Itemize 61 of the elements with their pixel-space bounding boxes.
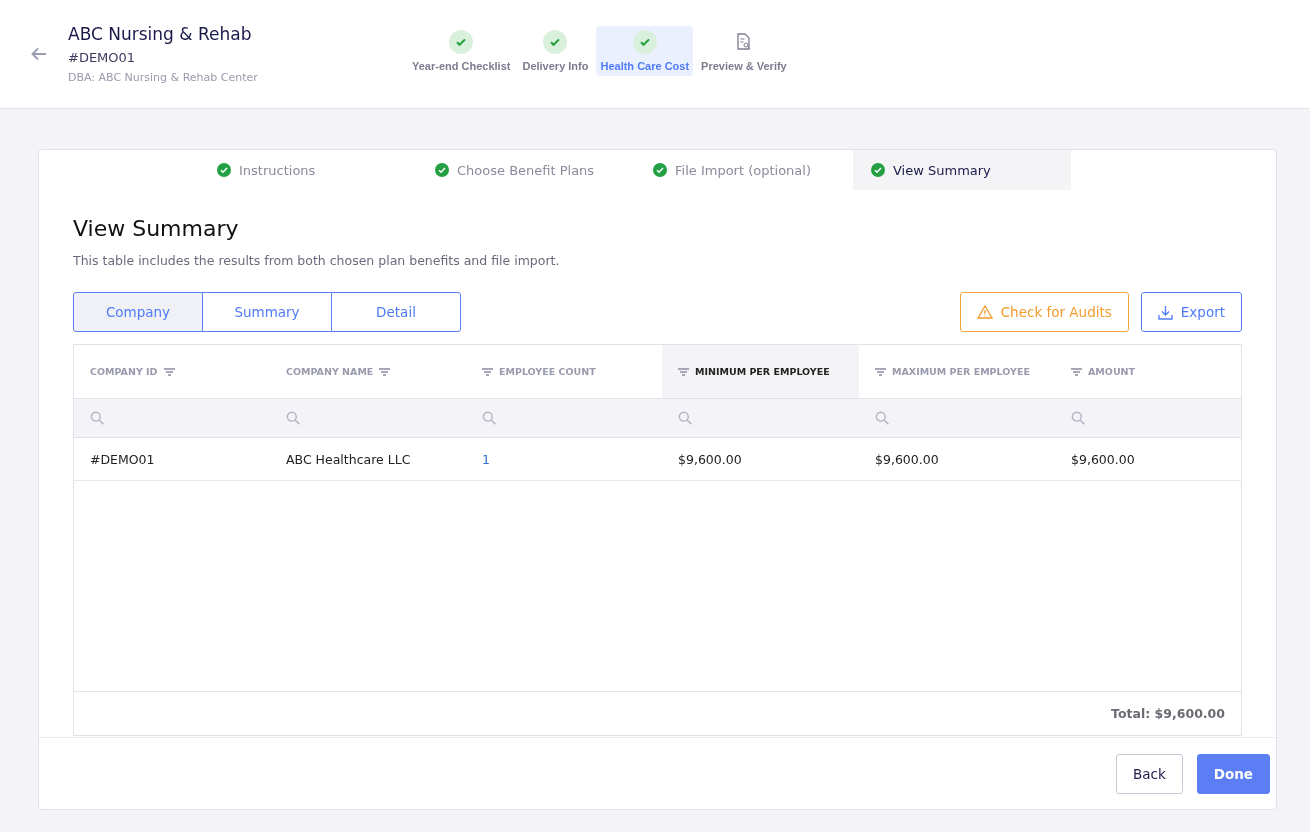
section-title: View Summary: [73, 216, 240, 241]
substep-tab[interactable]: File Import (optional): [635, 150, 853, 190]
filter-icon: [482, 367, 493, 376]
facility-code: #DEMO01: [68, 50, 137, 65]
search-icon: [90, 410, 105, 426]
column-label: MAXIMUM PER EMPLOYEE: [892, 366, 1030, 377]
dba-name: DBA: ABC Nursing & Rehab Center: [68, 71, 259, 84]
view-tab[interactable]: Summary: [202, 292, 332, 332]
step-label: Delivery Info: [522, 60, 589, 72]
search-icon: [286, 410, 301, 426]
filter-icon: [875, 367, 886, 376]
document-search-icon: [735, 33, 752, 51]
column-label: AMOUNT: [1088, 366, 1136, 377]
check-icon: [549, 36, 562, 48]
substep-tab[interactable]: Choose Benefit Plans: [417, 150, 635, 190]
audit-button[interactable]: Check for Audits: [959, 292, 1129, 332]
substep-tab[interactable]: Instructions: [199, 150, 417, 190]
view-tab[interactable]: Company: [73, 292, 203, 332]
table-cell: ABC Healthcare LLC: [270, 438, 466, 481]
facility-title: ABC Nursing & Rehab: [68, 24, 253, 44]
column-header[interactable]: MINIMUM PER EMPLOYEE: [662, 345, 859, 399]
done-button[interactable]: Done: [1196, 753, 1270, 794]
download-icon: [1157, 304, 1173, 320]
check-circle-icon: [653, 163, 667, 177]
column-label: COMPANY NAME: [286, 366, 374, 377]
wizard-step[interactable]: Preview & Verify: [697, 26, 791, 76]
count-link[interactable]: 1: [466, 438, 662, 481]
filter-icon: [678, 367, 689, 376]
step-label: Preview & Verify: [701, 60, 787, 72]
back-button[interactable]: Back: [1115, 753, 1183, 794]
warning-icon: [976, 305, 993, 319]
check-icon: [455, 36, 468, 48]
back-arrow-button[interactable]: [30, 45, 48, 63]
check-circle-icon: [435, 163, 449, 177]
search-icon: [678, 410, 693, 426]
step-label: Year-end Checklist: [412, 60, 511, 72]
search-icon: [1071, 410, 1086, 426]
table-cell: $9,600.00: [662, 438, 859, 481]
step-label: Health Care Cost: [600, 60, 690, 72]
export-button[interactable]: Export: [1140, 292, 1242, 332]
wizard-step[interactable]: Year-end Checklist: [408, 26, 515, 76]
filter-icon: [1071, 367, 1082, 376]
filter-icon: [163, 367, 175, 376]
column-label: MINIMUM PER EMPLOYEE: [695, 366, 830, 377]
substep-tab[interactable]: View Summary: [853, 150, 1071, 190]
check-circle-icon: [217, 163, 231, 177]
table-cell: $9,600.00: [1055, 438, 1241, 481]
total-amount: Total: $9,600.00: [1111, 706, 1225, 721]
check-icon: [638, 36, 651, 48]
search-icon: [875, 410, 890, 426]
table-cell: $9,600.00: [859, 438, 1055, 481]
table-cell: #DEMO01: [74, 438, 270, 481]
column-label: COMPANY ID: [90, 366, 158, 377]
section-description: This table includes the results from both chosen plan benefits and file import.: [73, 253, 561, 268]
wizard-step[interactable]: Delivery Info: [518, 26, 593, 76]
view-tab[interactable]: Detail: [331, 292, 461, 332]
check-circle-icon: [871, 163, 885, 177]
search-icon: [482, 410, 497, 426]
wizard-step[interactable]: Health Care Cost: [596, 26, 694, 76]
column-label: EMPLOYEE COUNT: [499, 366, 596, 377]
filter-icon: [379, 367, 391, 376]
